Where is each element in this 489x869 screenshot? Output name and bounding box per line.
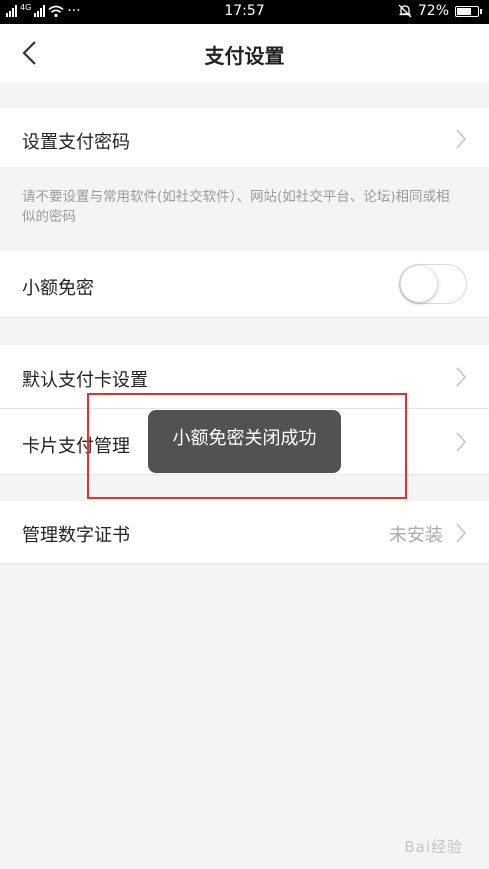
chevron-right-icon [456,367,467,387]
alarm-off-icon [398,4,412,18]
battery-percent: 72% [417,3,449,19]
chevron-right-icon [456,129,467,149]
battery-icon [455,5,482,17]
digital-cert-row[interactable]: 管理数字证书 未安装 [0,501,489,564]
small-no-password-toggle[interactable] [399,264,467,304]
status-bar: 4G ··· 17:57 72% [0,0,489,24]
set-payment-password-row[interactable]: 设置支付密码 [0,108,489,168]
nav-bar: 支付设置 [0,24,489,82]
chevron-right-icon [456,432,467,452]
status-right: 72% [398,3,482,19]
toggle-knob [401,266,437,302]
chevron-right-icon [456,523,467,543]
page-title: 支付设置 [204,44,285,68]
default-card-label: 默认支付卡设置 [22,370,148,391]
set-payment-password-label: 设置支付密码 [22,132,130,153]
digital-cert-label: 管理数字证书 [22,525,130,546]
small-no-password-label: 小额免密 [22,278,94,299]
small-no-password-row: 小额免密 [0,251,489,318]
toast-message: 小额免密关闭成功 [148,410,341,473]
password-hint: 请不要设置与常用软件(如社交软件）、网站(如社交平台、论坛)相同或相似的密码 [0,167,489,251]
digital-cert-status: 未安装 [389,525,443,546]
watermark: Bai经验 [404,838,463,856]
